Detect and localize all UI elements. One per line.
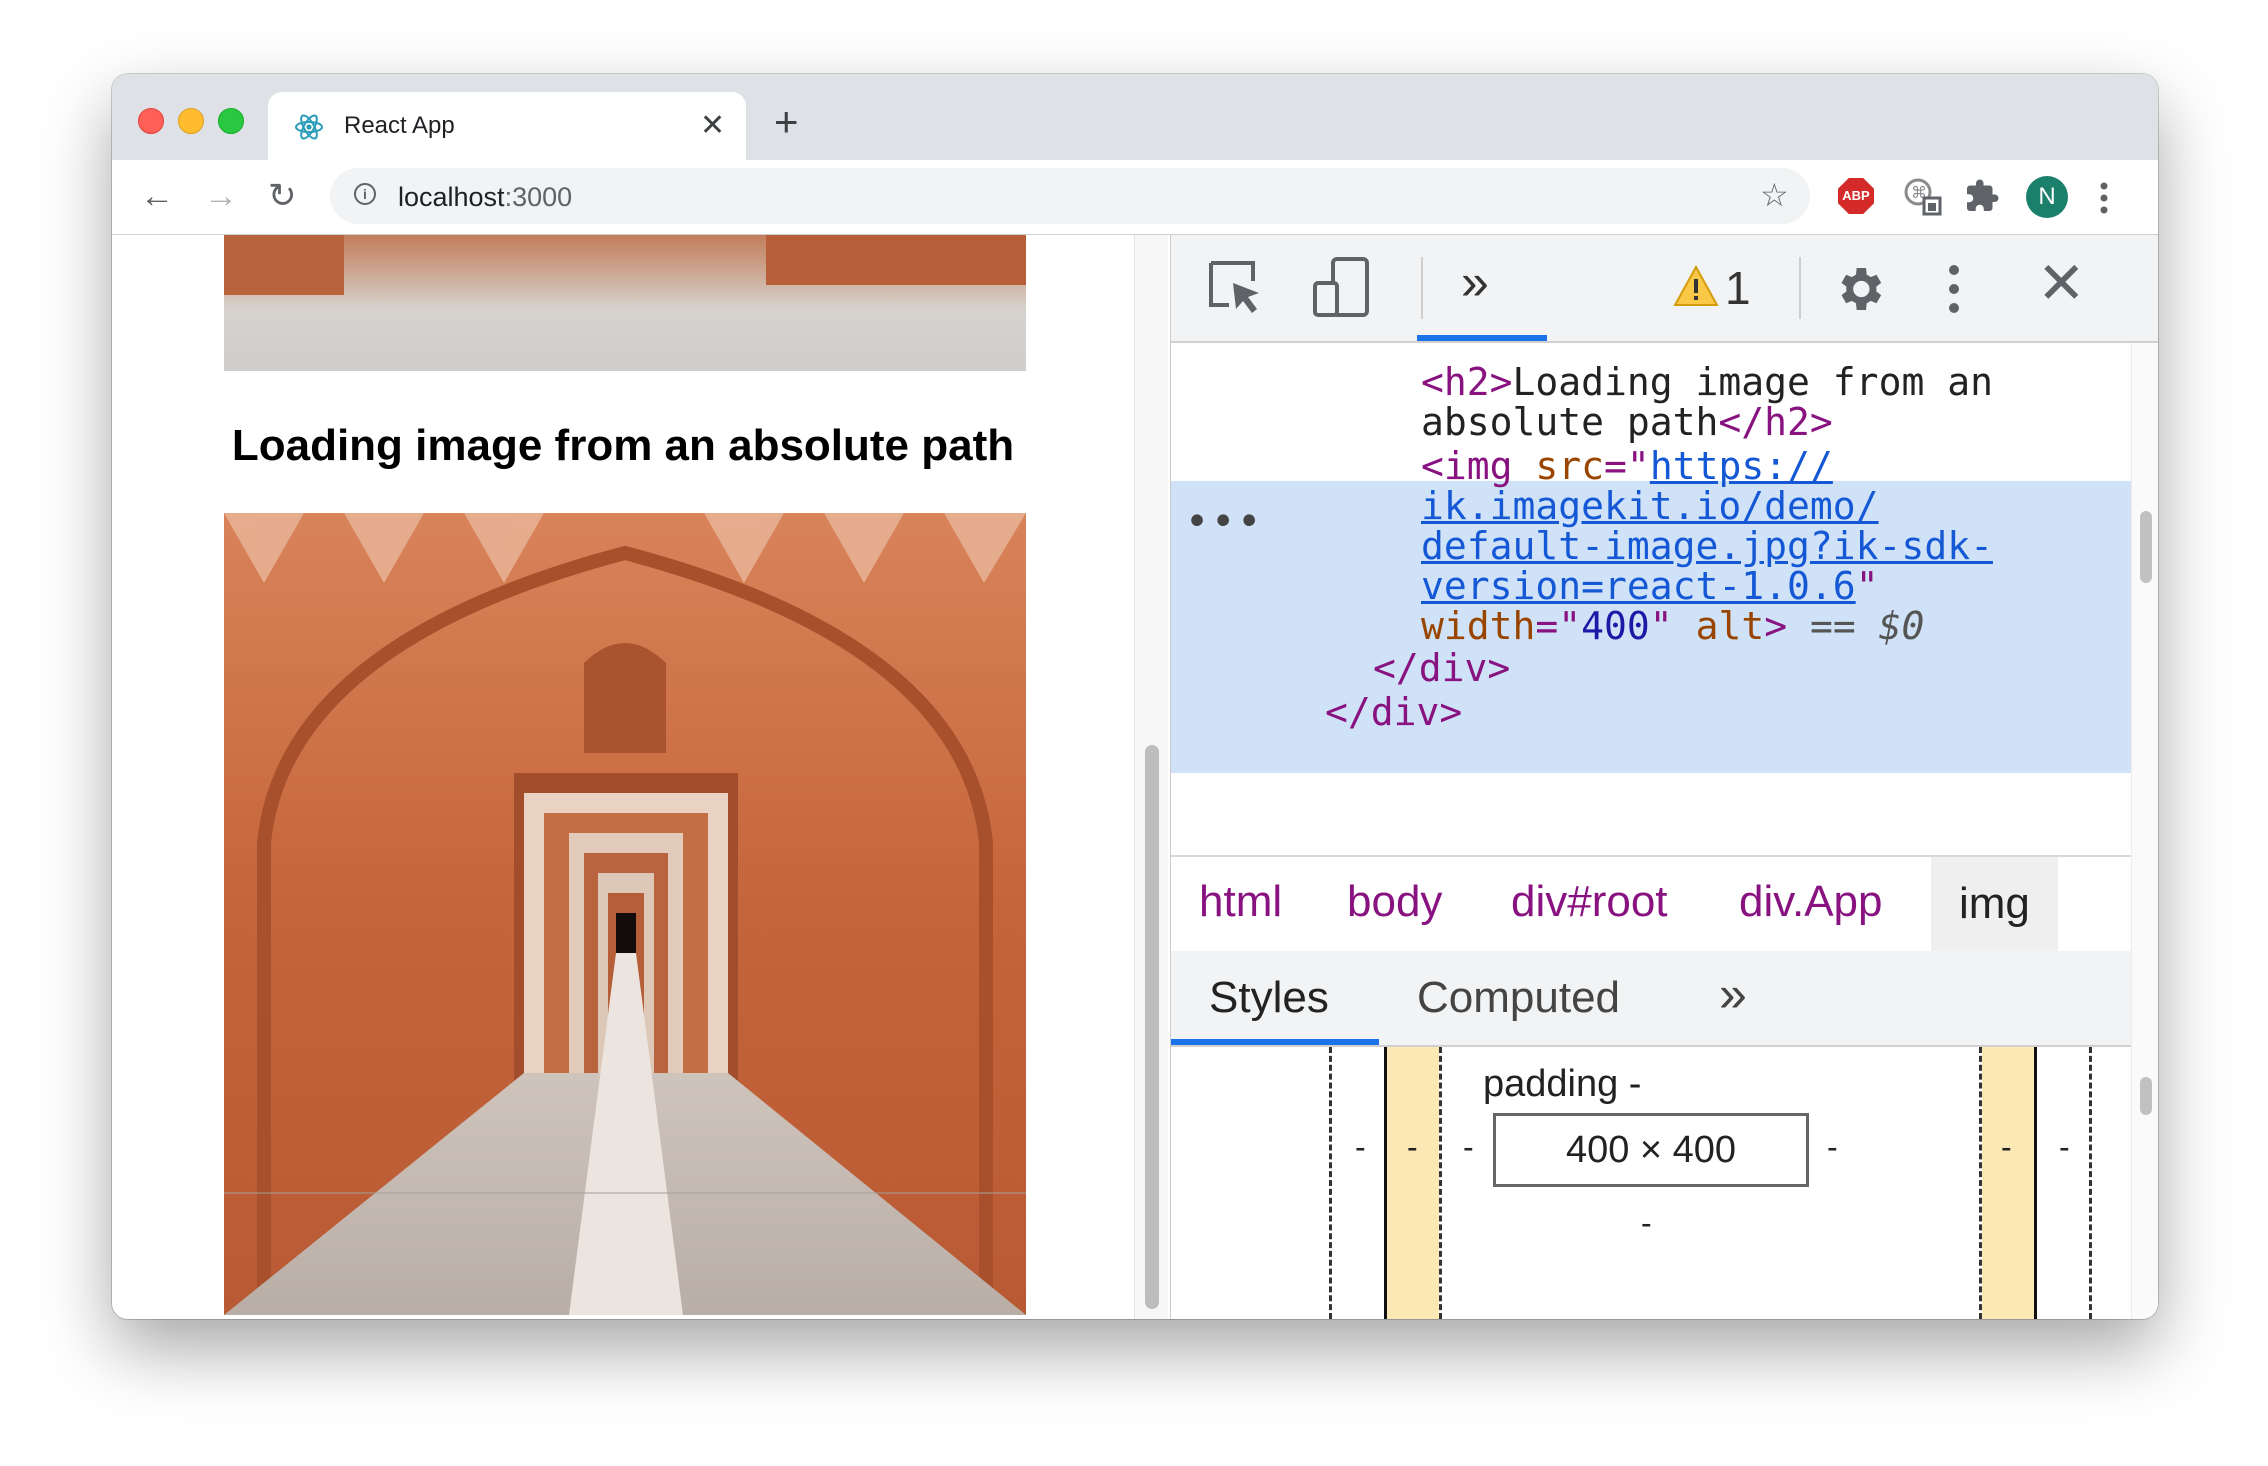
elements-tree: ••• <h2>Loading image from an absolute p… bbox=[1171, 343, 2131, 855]
browser-menu-icon[interactable] bbox=[2098, 180, 2110, 216]
padding-right-value[interactable]: - bbox=[1827, 1129, 1838, 1166]
box-model-diagram: - - - padding - 400 × 400 - - - - bbox=[1171, 1047, 2131, 1319]
profile-avatar[interactable]: N bbox=[2026, 176, 2068, 218]
image-partial-top bbox=[224, 235, 1026, 371]
page-scrollbar[interactable] bbox=[1134, 235, 1168, 1319]
devtools-toolbar: » 1 ✕ bbox=[1171, 235, 2158, 343]
page-heading: Loading image from an absolute path bbox=[231, 421, 1015, 470]
node-actions-dots[interactable]: ••• bbox=[1185, 493, 1263, 551]
tab-styles[interactable]: Styles bbox=[1209, 973, 1329, 1023]
new-tab-button[interactable]: + bbox=[774, 101, 799, 143]
devtools-panel: » 1 ✕ ••• <h2>Loading image from an abso… bbox=[1170, 235, 2158, 1319]
page-viewport: Loading image from an absolute path bbox=[112, 235, 1168, 1319]
minimize-window-button[interactable] bbox=[178, 108, 204, 134]
padding-label: padding - bbox=[1483, 1063, 1642, 1105]
extension-icon[interactable]: ⌘ bbox=[1902, 176, 1944, 218]
div-close-node[interactable]: </div> bbox=[1325, 683, 1462, 741]
archway-photo bbox=[224, 513, 1026, 1315]
tab-title: React App bbox=[344, 112, 455, 139]
browser-toolbar: ← → ↻ i localhost:3000 ☆ ABP ⌘ N bbox=[112, 160, 2158, 235]
breadcrumb-img[interactable]: img bbox=[1931, 857, 2058, 951]
active-sidebar-tab-indicator bbox=[1171, 1039, 1379, 1045]
margin-left-value[interactable]: - bbox=[1355, 1129, 1366, 1166]
close-window-button[interactable] bbox=[138, 108, 164, 134]
forward-arrow-icon[interactable]: → bbox=[204, 174, 238, 218]
warning-count[interactable]: 1 bbox=[1725, 261, 1751, 315]
settings-gear-icon[interactable] bbox=[1831, 261, 1887, 317]
padding-left-value[interactable]: - bbox=[1463, 1129, 1474, 1166]
warning-icon[interactable] bbox=[1673, 265, 1719, 307]
bookmark-star-icon[interactable]: ☆ bbox=[1760, 176, 1789, 214]
border-left-value[interactable]: - bbox=[1407, 1129, 1418, 1166]
breadcrumb-body[interactable]: body bbox=[1347, 877, 1442, 927]
devtools-menu-icon[interactable] bbox=[1947, 263, 1961, 315]
close-devtools-icon[interactable]: ✕ bbox=[2037, 249, 2086, 317]
devtools-scrollbar[interactable] bbox=[2131, 343, 2158, 1319]
zoom-window-button[interactable] bbox=[218, 108, 244, 134]
browser-window: React App ✕ + ← → ↻ i localhost:3000 ☆ A… bbox=[112, 74, 2158, 1319]
toolbar-divider bbox=[1421, 257, 1423, 319]
content-size-box[interactable]: 400 × 400 bbox=[1493, 1113, 1809, 1187]
site-info-icon[interactable]: i bbox=[354, 183, 376, 205]
active-tab-indicator bbox=[1417, 335, 1547, 341]
sidebar-tabs: Styles Computed » bbox=[1171, 951, 2131, 1047]
puzzle-extensions-icon[interactable] bbox=[1964, 178, 2000, 214]
border-right-value[interactable]: - bbox=[2001, 1129, 2012, 1166]
tab-strip: React App ✕ + bbox=[112, 74, 2158, 160]
tab-computed[interactable]: Computed bbox=[1417, 973, 1620, 1023]
inspect-element-icon[interactable] bbox=[1207, 259, 1265, 317]
tab-react-app[interactable]: React App ✕ bbox=[268, 92, 746, 160]
breadcrumb-div-app[interactable]: div.App bbox=[1739, 877, 1883, 927]
device-toggle-icon[interactable] bbox=[1311, 255, 1375, 319]
react-logo-icon bbox=[295, 114, 323, 140]
padding-bottom-value[interactable]: - bbox=[1641, 1205, 1652, 1242]
toolbar-divider bbox=[1799, 257, 1801, 319]
close-tab-icon[interactable]: ✕ bbox=[700, 106, 725, 146]
url-text[interactable]: localhost:3000 bbox=[398, 182, 572, 213]
address-bar[interactable]: i localhost:3000 ☆ bbox=[330, 168, 1810, 224]
more-sidebar-tabs-chevron-icon[interactable]: » bbox=[1719, 965, 1747, 1023]
more-tabs-chevron-icon[interactable]: » bbox=[1461, 253, 1489, 311]
margin-right-value[interactable]: - bbox=[2059, 1129, 2070, 1166]
reload-icon[interactable]: ↻ bbox=[268, 174, 297, 218]
breadcrumb-div-root[interactable]: div#root bbox=[1511, 877, 1668, 927]
breadcrumb: html body div#root div.App img bbox=[1171, 855, 2131, 953]
adblock-plus-extension-icon[interactable]: ABP bbox=[1838, 178, 1874, 214]
breadcrumb-html[interactable]: html bbox=[1199, 877, 1282, 927]
back-arrow-icon[interactable]: ← bbox=[140, 174, 174, 218]
